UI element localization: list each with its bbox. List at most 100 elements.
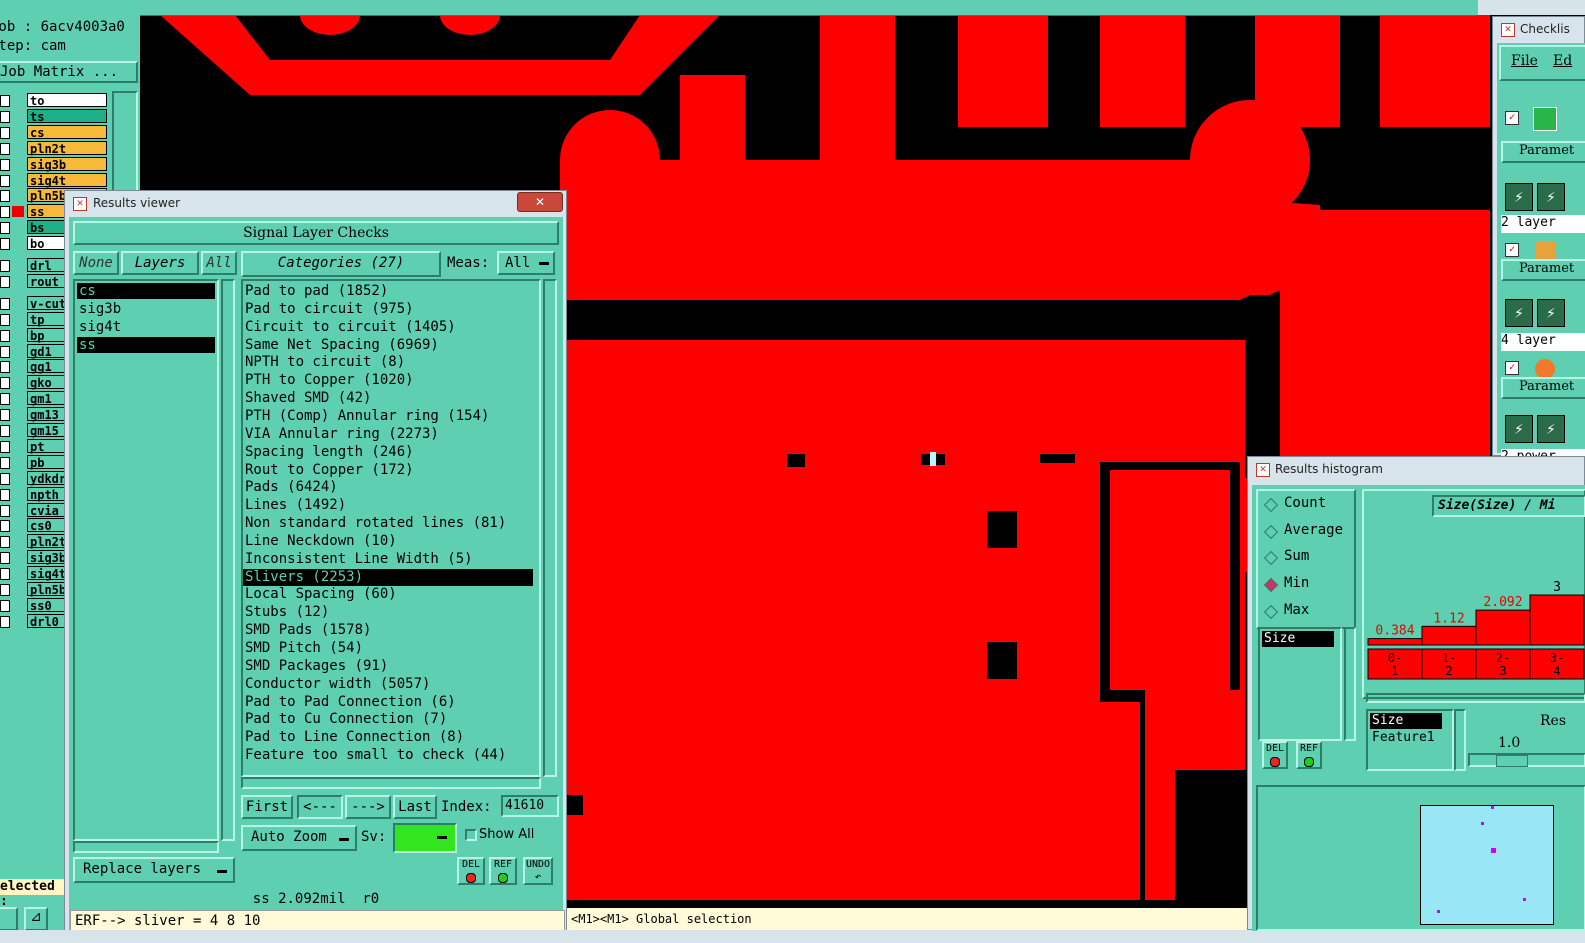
file-menu[interactable]: File [1511,53,1538,69]
measure-tool-icon[interactable]: ⊿ [24,907,48,931]
parameters-label-3[interactable]: Paramet [1501,377,1585,399]
layers-hscrollbar[interactable] [73,841,219,853]
layer-checkbox[interactable] [0,313,10,326]
hist-ref-button[interactable]: REF [1296,741,1322,769]
next-button[interactable]: ---> [345,795,391,819]
category-item[interactable]: Inconsistent Line Width (5) [243,551,533,568]
layer-checkbox[interactable] [0,329,10,342]
undo-button[interactable]: UNDO ↶ [523,857,553,885]
layer-name[interactable]: cs [27,124,107,140]
results-viewer-titlebar[interactable]: ✕ Results viewer ✕ [65,191,566,215]
categories-hscrollbar[interactable] [241,777,541,789]
layers-scrollbar[interactable] [221,279,235,841]
prev-button[interactable]: <--- [297,795,343,819]
categories-button[interactable]: Categories (27) [241,251,441,277]
layer-checkbox[interactable] [0,409,10,422]
layer-list-item[interactable]: sig3b [77,301,215,317]
feature-scrollbar[interactable] [1454,709,1466,771]
layer-checkbox[interactable] [0,440,10,453]
category-item[interactable]: SMD Pads (1578) [243,622,533,639]
layer-checkbox[interactable] [0,297,10,310]
layers-button[interactable]: Layers [121,251,199,275]
feature-list-item[interactable]: Feature1 [1370,730,1442,746]
category-item[interactable]: Pad to Line Connection (8) [243,729,533,746]
category-item[interactable]: Pads (6424) [243,479,533,496]
category-item[interactable]: SMD Packages (91) [243,658,533,675]
tool-icon-1[interactable] [0,907,18,931]
histogram-mode-radio[interactable]: Sum [1263,548,1354,568]
category-item[interactable]: Line Neckdown (10) [243,533,533,550]
category-item[interactable]: Rout to Copper (172) [243,462,533,479]
categories-scrollbar[interactable] [543,279,557,777]
size-list-item[interactable]: Size [1262,631,1334,647]
layer-checkbox[interactable] [0,488,10,501]
run-icon-3b[interactable]: ⚡ [1537,415,1565,443]
category-item[interactable]: PTH (Comp) Annular ring (154) [243,408,533,425]
layer-checkbox[interactable] [0,393,10,406]
category-item[interactable]: SMD Pitch (54) [243,640,533,657]
run-icon-2b[interactable]: ⚡ [1537,299,1565,327]
category-item[interactable]: Slivers (2253) [243,568,533,586]
layer-checkbox[interactable] [0,275,10,288]
all-button[interactable]: All [201,251,237,275]
category-item[interactable]: Pad to circuit (975) [243,301,533,318]
layer-checkbox[interactable] [0,361,10,374]
histogram-mode-radio[interactable]: Count [1263,495,1354,515]
action-checkbox-3[interactable]: ✓ [1505,361,1519,375]
layer-checkbox[interactable] [0,260,10,272]
size-scrollbar[interactable] [1344,627,1356,741]
meas-select[interactable]: All [497,251,555,275]
histogram-mode-radio[interactable]: Average [1263,522,1354,542]
checklist-titlebar[interactable]: ✕ Checklis [1493,17,1585,41]
index-input[interactable]: 41610 [501,795,559,817]
layer-name[interactable]: to [27,93,107,108]
layer-checkbox[interactable] [0,206,10,219]
parameters-label-1[interactable]: Paramet [1501,141,1585,163]
layer-name[interactable]: pln2t [27,140,107,156]
edit-menu[interactable]: Ed [1553,53,1572,69]
layers-listbox[interactable]: cs sig3b sig4t ss [73,279,219,841]
layer-checkbox[interactable] [0,95,10,107]
layer-checkbox[interactable] [0,110,10,123]
category-item[interactable]: VIA Annular ring (2273) [243,426,533,443]
run-icon-1b[interactable]: ⚡ [1537,183,1565,211]
category-item[interactable]: Non standard rotated lines (81) [243,515,533,532]
none-button[interactable]: None [73,251,119,275]
category-item[interactable]: Same Net Spacing (6969) [243,337,533,354]
layer-checkbox[interactable] [0,520,10,533]
category-item[interactable]: Lines (1492) [243,497,533,514]
layer-checkbox[interactable] [0,536,10,549]
category-item[interactable]: Shaved SMD (42) [243,390,533,407]
histogram-mode-radio[interactable]: Min [1263,575,1354,595]
first-button[interactable]: First [241,795,293,819]
res-slider-handle[interactable] [1496,755,1528,767]
category-item[interactable]: Pad to Cu Connection (7) [243,711,533,728]
overview-map[interactable] [1420,805,1554,925]
category-item[interactable]: Pad to pad (1852) [243,283,533,300]
layer-checkbox[interactable] [0,425,10,437]
category-item[interactable]: Spacing length (246) [243,444,533,461]
feature-list-item[interactable]: Size [1370,713,1442,729]
layer-checkbox[interactable] [0,158,10,171]
category-item[interactable]: Stubs (12) [243,604,533,621]
run-icon-2a[interactable]: ⚡ [1505,299,1533,327]
category-item[interactable]: NPTH to circuit (8) [243,354,533,371]
category-item[interactable]: Conductor width (5057) [243,676,533,693]
layer-list-item[interactable]: ss [77,336,215,353]
replace-layers-select[interactable]: Replace layers [73,857,235,883]
sv-color-select[interactable] [393,823,457,853]
layer-checkbox[interactable] [0,504,10,517]
action-checkbox-1[interactable]: ✓ [1505,111,1519,125]
category-item[interactable]: Circuit to circuit (1405) [243,319,533,336]
parameters-label-2[interactable]: Paramet [1501,259,1585,281]
chart-hscrollbar[interactable] [1366,693,1585,703]
run-icon-3a[interactable]: ⚡ [1505,415,1533,443]
res-slider[interactable] [1468,753,1585,767]
histogram-mode-radio[interactable]: Max [1263,602,1354,622]
layer-list-item[interactable]: cs [77,283,215,299]
layer-checkbox[interactable] [0,222,10,235]
layer-checkbox[interactable] [0,568,10,581]
category-item[interactable]: Pad to Pad Connection (6) [243,694,533,711]
ref-button[interactable]: REF [489,857,517,885]
action-checkbox-2[interactable]: ✓ [1505,243,1519,257]
